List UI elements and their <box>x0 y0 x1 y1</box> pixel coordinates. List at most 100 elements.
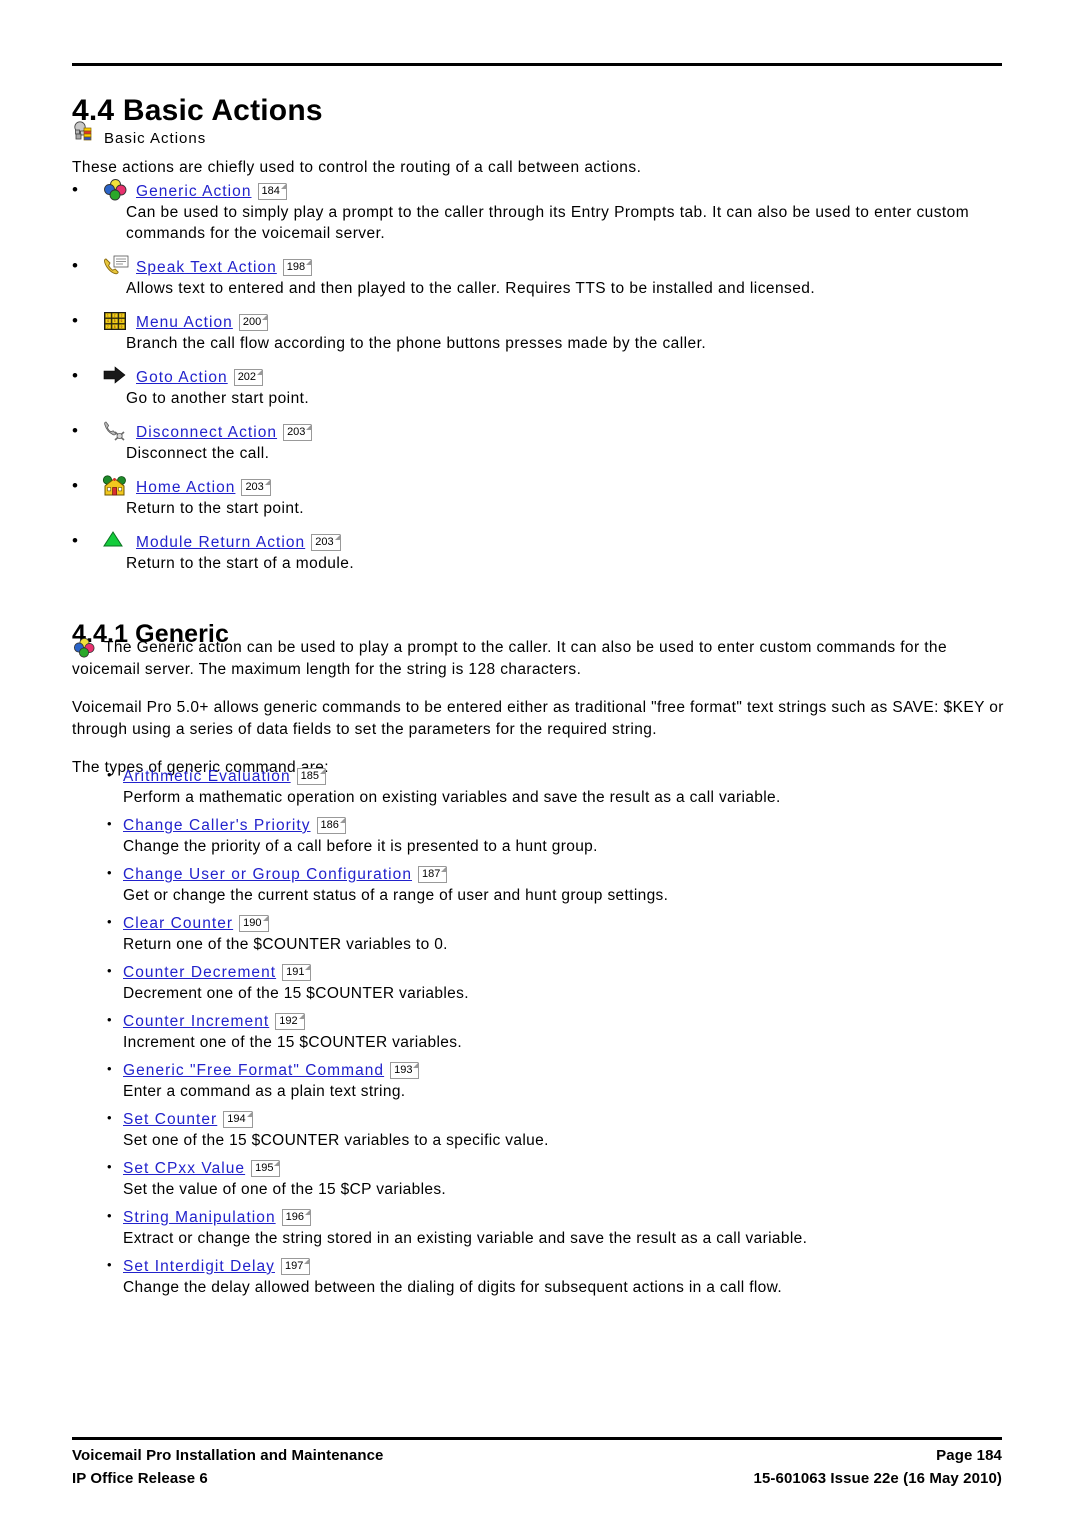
bullet-glyph: • <box>107 1257 112 1272</box>
page-reference-badge[interactable]: 202 <box>233 369 264 386</box>
page-reference-badge[interactable]: 184 <box>257 183 288 200</box>
page-reference-badge[interactable]: 185 <box>296 768 327 785</box>
list-item-description: Get or change the current status of a ra… <box>123 887 669 904</box>
list-item: • Home Action 203 Return to the start po <box>72 472 1012 519</box>
list-item: • Generic "Free Format" Command 193 Ente… <box>107 1060 1007 1102</box>
list-item-description: Extract or change the string stored in a… <box>123 1230 808 1247</box>
link-set-counter[interactable]: Set Counter <box>123 1110 217 1130</box>
footer-divider <box>72 1437 1002 1440</box>
generic-paragraph-2: Voicemail Pro 5.0+ allows generic comman… <box>72 699 1004 738</box>
footer-release: IP Office Release 6 <box>72 1470 208 1487</box>
svg-text:7: 7 <box>107 325 109 329</box>
page-reference-badge[interactable]: 195 <box>251 1160 281 1177</box>
list-item: • Counter Decrement 191 Decrement one of… <box>107 962 1007 1004</box>
svg-text:2: 2 <box>114 314 116 318</box>
svg-text:4: 4 <box>107 319 109 323</box>
svg-text:6: 6 <box>121 319 123 323</box>
page-reference-badge[interactable]: 203 <box>311 534 341 551</box>
list-item-description: Can be used to simply play a prompt to t… <box>126 204 970 242</box>
svg-text:1: 1 <box>107 314 109 318</box>
page-footer: Voicemail Pro Installation and Maintenan… <box>72 1444 1002 1490</box>
header-divider <box>72 63 1002 66</box>
bullet-glyph: • <box>72 421 78 440</box>
link-generic-action[interactable]: Generic Action <box>136 182 252 202</box>
bullet-glyph: • <box>72 366 78 385</box>
page-reference-badge[interactable]: 198 <box>282 259 313 276</box>
page-reference-badge[interactable]: 191 <box>282 964 312 981</box>
link-string-manipulation[interactable]: String Manipulation <box>123 1208 276 1228</box>
list-item-description: Return to the start point. <box>126 500 304 517</box>
bullet-glyph: • <box>107 1159 112 1174</box>
bullet-glyph: • <box>107 1110 112 1125</box>
list-item: • Set CPxx Value 195 Set the value of on… <box>107 1158 1007 1200</box>
link-change-user-or-group-configuration[interactable]: Change User or Group Configuration <box>123 865 412 885</box>
menu-action-icon: 1 2 3 4 5 6 7 8 9 <box>102 309 132 333</box>
page-reference-badge[interactable]: 193 <box>390 1062 420 1079</box>
svg-text:5: 5 <box>114 319 116 323</box>
link-set-interdigit-delay[interactable]: Set Interdigit Delay <box>123 1257 275 1277</box>
generic-action-icon <box>72 637 98 659</box>
list-item-description: Disconnect the call. <box>126 445 270 462</box>
bullet-glyph: • <box>107 1012 112 1027</box>
page-reference-badge[interactable]: 200 <box>238 314 269 331</box>
list-item: • Speak Text Action 198 Allows text to e… <box>72 252 1012 299</box>
page-reference-badge[interactable]: 196 <box>281 1209 312 1226</box>
link-set-cpxx-value[interactable]: Set CPxx Value <box>123 1159 245 1179</box>
link-generic-free-format-command[interactable]: Generic "Free Format" Command <box>123 1061 384 1081</box>
footer-page-number: Page 184 <box>936 1447 1002 1464</box>
svg-text:8: 8 <box>114 325 116 329</box>
disconnect-action-icon <box>102 419 132 443</box>
link-counter-increment[interactable]: Counter Increment <box>123 1012 269 1032</box>
list-item-description: Set the value of one of the 15 $CP varia… <box>123 1181 447 1198</box>
list-item: • Change Caller's Priority 186 Change th… <box>107 815 1007 857</box>
footer-issue: 15-601063 Issue 22e (16 May 2010) <box>753 1470 1002 1487</box>
bullet-glyph: • <box>72 311 78 330</box>
bullet-glyph: • <box>72 476 78 495</box>
bullet-glyph: • <box>107 767 112 782</box>
bullet-glyph: • <box>72 256 78 275</box>
link-home-action[interactable]: Home Action <box>136 478 235 498</box>
link-counter-decrement[interactable]: Counter Decrement <box>123 963 276 983</box>
list-item-description: Allows text to entered and then played t… <box>126 280 816 297</box>
link-goto-action[interactable]: Goto Action <box>136 368 228 388</box>
list-item-description: Return to the start of a module. <box>126 555 355 572</box>
bullet-glyph: • <box>107 1061 112 1076</box>
generic-paragraph-1-text: The Generic action can be used to play a… <box>72 639 947 678</box>
page-reference-badge[interactable]: 197 <box>280 1258 311 1275</box>
link-arithmetic-evaluation[interactable]: Arithmetic Evaluation <box>123 767 291 787</box>
link-menu-action[interactable]: Menu Action <box>136 313 233 333</box>
bullet-glyph: • <box>107 914 112 929</box>
page-reference-badge[interactable]: 194 <box>223 1111 254 1128</box>
page-reference-badge[interactable]: 203 <box>241 479 272 496</box>
link-disconnect-action[interactable]: Disconnect Action <box>136 423 277 443</box>
link-change-callers-priority[interactable]: Change Caller's Priority <box>123 816 311 836</box>
page-reference-badge[interactable]: 192 <box>275 1013 305 1030</box>
basic-actions-heading: Basic Actions <box>72 120 206 149</box>
list-item: • Change User or Group Configuration 187… <box>107 864 1007 906</box>
list-item: • Set Interdigit Delay 197 Change the de… <box>107 1256 1007 1298</box>
bullet-glyph: • <box>107 816 112 831</box>
footer-document-title: Voicemail Pro Installation and Maintenan… <box>72 1447 384 1464</box>
link-module-return-action[interactable]: Module Return Action <box>136 533 305 553</box>
bullet-glyph: • <box>107 865 112 880</box>
page-reference-badge[interactable]: 203 <box>283 424 313 441</box>
svg-text:9: 9 <box>121 325 123 329</box>
list-item: • Clear Counter 190 Return one of the $C… <box>107 913 1007 955</box>
basic-actions-label: Basic Actions <box>104 130 207 147</box>
page-reference-badge[interactable]: 190 <box>239 915 269 932</box>
document-page: 4.4 Basic Actions Basic Actions These ac… <box>0 0 1080 1528</box>
module-return-action-icon <box>102 529 132 553</box>
page-reference-badge[interactable]: 187 <box>418 866 448 883</box>
basic-actions-list: • Generic Action 184 Can be used to simp… <box>72 176 1012 582</box>
generic-paragraph-1: The Generic action can be used to play a… <box>72 637 1007 681</box>
generic-action-icon <box>102 178 132 202</box>
list-item: • 1 2 3 4 5 6 7 8 9 Menu Action 200 Bran… <box>72 307 1012 354</box>
page-reference-badge[interactable]: 186 <box>316 817 347 834</box>
link-clear-counter[interactable]: Clear Counter <box>123 914 233 934</box>
link-speak-text-action[interactable]: Speak Text Action <box>136 258 277 278</box>
list-item: • Goto Action 202 Go to another start po… <box>72 362 1012 409</box>
bullet-glyph: • <box>72 180 78 199</box>
list-item-description: Increment one of the 15 $COUNTER variabl… <box>123 1034 462 1051</box>
list-item: • Counter Increment 192 Increment one of… <box>107 1011 1007 1053</box>
list-item-description: Change the priority of a call before it … <box>123 838 598 855</box>
